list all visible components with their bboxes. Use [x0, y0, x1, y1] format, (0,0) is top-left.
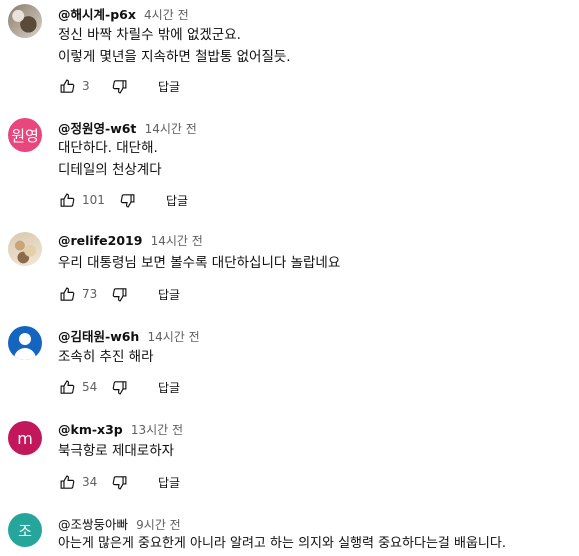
thumb-up-icon[interactable] — [58, 473, 76, 491]
comment-header: @정원영-w6t 14시간 전 — [58, 118, 197, 137]
person-icon — [19, 333, 31, 345]
comment-header: @조쌍둥아빠 9시간 전 — [58, 514, 181, 533]
comment-line: 정신 바짝 차릴수 밖에 없겠군요. — [58, 27, 241, 43]
reply-button[interactable]: 답글 — [158, 78, 180, 95]
avatar[interactable]: m — [8, 421, 42, 455]
comment-line: 조속히 추진 해라 — [58, 349, 154, 365]
avatar-initials: 원영 — [11, 126, 39, 145]
reply-button[interactable]: 답글 — [158, 379, 180, 396]
thumb-down-icon[interactable] — [110, 473, 128, 491]
comment-line: 이렇게 몇년을 지속하면 철밥통 없어질듯. — [58, 49, 291, 65]
comment-header: @해시계-p6x 4시간 전 — [58, 4, 189, 23]
comment-actions: 101 답글 — [58, 190, 188, 210]
comment-time[interactable]: 14시간 전 — [151, 234, 203, 248]
comment-text: 대단하다. 대단해. 디테일의 천상계다 — [58, 137, 162, 181]
like-count: 34 — [82, 475, 98, 489]
person-icon-body — [14, 348, 36, 360]
avatar[interactable]: 원영 — [8, 118, 42, 152]
comment-time[interactable]: 13시간 전 — [131, 423, 183, 437]
like-count: 73 — [82, 287, 98, 301]
avatar[interactable] — [8, 4, 42, 38]
thumb-up-icon[interactable] — [58, 378, 76, 396]
author-handle[interactable]: @정원영-w6t — [58, 121, 136, 136]
avatar[interactable]: 조 — [8, 513, 42, 547]
like-count: 3 — [82, 79, 90, 93]
author-handle[interactable]: @km-x3p — [58, 422, 123, 437]
avatar-initials: m — [17, 428, 33, 448]
author-handle[interactable]: @해시계-p6x — [58, 7, 136, 22]
thumb-up-icon[interactable] — [58, 191, 76, 209]
comment-time[interactable]: 14시간 전 — [145, 122, 197, 136]
avatar[interactable] — [8, 326, 42, 360]
comment-header: @김태원-w6h 14시간 전 — [58, 326, 200, 345]
reply-button[interactable]: 답글 — [158, 474, 180, 491]
comment-actions: 73 답글 — [58, 284, 180, 304]
thumb-up-icon[interactable] — [58, 285, 76, 303]
comment-line: 디테일의 천상계다 — [58, 162, 162, 178]
comment-actions: 54 답글 — [58, 377, 180, 397]
comment-time[interactable]: 4시간 전 — [144, 8, 189, 22]
comment-time[interactable]: 14시간 전 — [147, 330, 199, 344]
comment-text: 아는게 많은게 중요한게 아니라 알려고 하는 의지와 실행력 중요하다는걸 배… — [58, 533, 506, 555]
avatar-initials: 조 — [18, 521, 32, 540]
comment-header: @km-x3p 13시간 전 — [58, 421, 183, 438]
comment-line: 우리 대통령님 보면 볼수록 대단하십니다 놀랍네요 — [58, 255, 341, 271]
author-handle[interactable]: @김태원-w6h — [58, 329, 139, 344]
comment-text: 조속히 추진 해라 — [58, 346, 154, 368]
reply-button[interactable]: 답글 — [158, 286, 180, 303]
comment-text: 우리 대통령님 보면 볼수록 대단하십니다 놀랍네요 — [58, 252, 340, 274]
thumb-down-icon[interactable] — [110, 285, 128, 303]
thumb-up-icon[interactable] — [58, 77, 76, 95]
like-count: 54 — [82, 380, 98, 394]
avatar[interactable] — [8, 232, 42, 266]
thumb-down-icon[interactable] — [110, 378, 128, 396]
comment-time[interactable]: 9시간 전 — [136, 518, 181, 532]
thumb-down-icon[interactable] — [110, 77, 128, 95]
comment-header: @relife2019 14시간 전 — [58, 232, 203, 249]
reply-button[interactable]: 답글 — [166, 192, 188, 209]
author-handle[interactable]: @relife2019 — [58, 233, 142, 248]
comment-line: 아는게 많은게 중요한게 아니라 알려고 하는 의지와 실행력 중요하다는걸 배… — [58, 536, 506, 551]
author-handle[interactable]: @조쌍둥아빠 — [58, 517, 128, 532]
comment-text: 정신 바짝 차릴수 밖에 없겠군요. 이렇게 몇년을 지속하면 철밥통 없어질듯… — [58, 24, 291, 68]
comment-line: 북극항로 제대로하자 — [58, 443, 175, 459]
comment-actions: 34 답글 — [58, 472, 180, 492]
like-count: 101 — [82, 193, 105, 207]
comment-text: 북극항로 제대로하자 — [58, 440, 174, 462]
comment-line: 대단하다. 대단해. — [58, 140, 158, 156]
comment-actions: 3 답글 — [58, 76, 180, 96]
thumb-down-icon[interactable] — [118, 191, 136, 209]
